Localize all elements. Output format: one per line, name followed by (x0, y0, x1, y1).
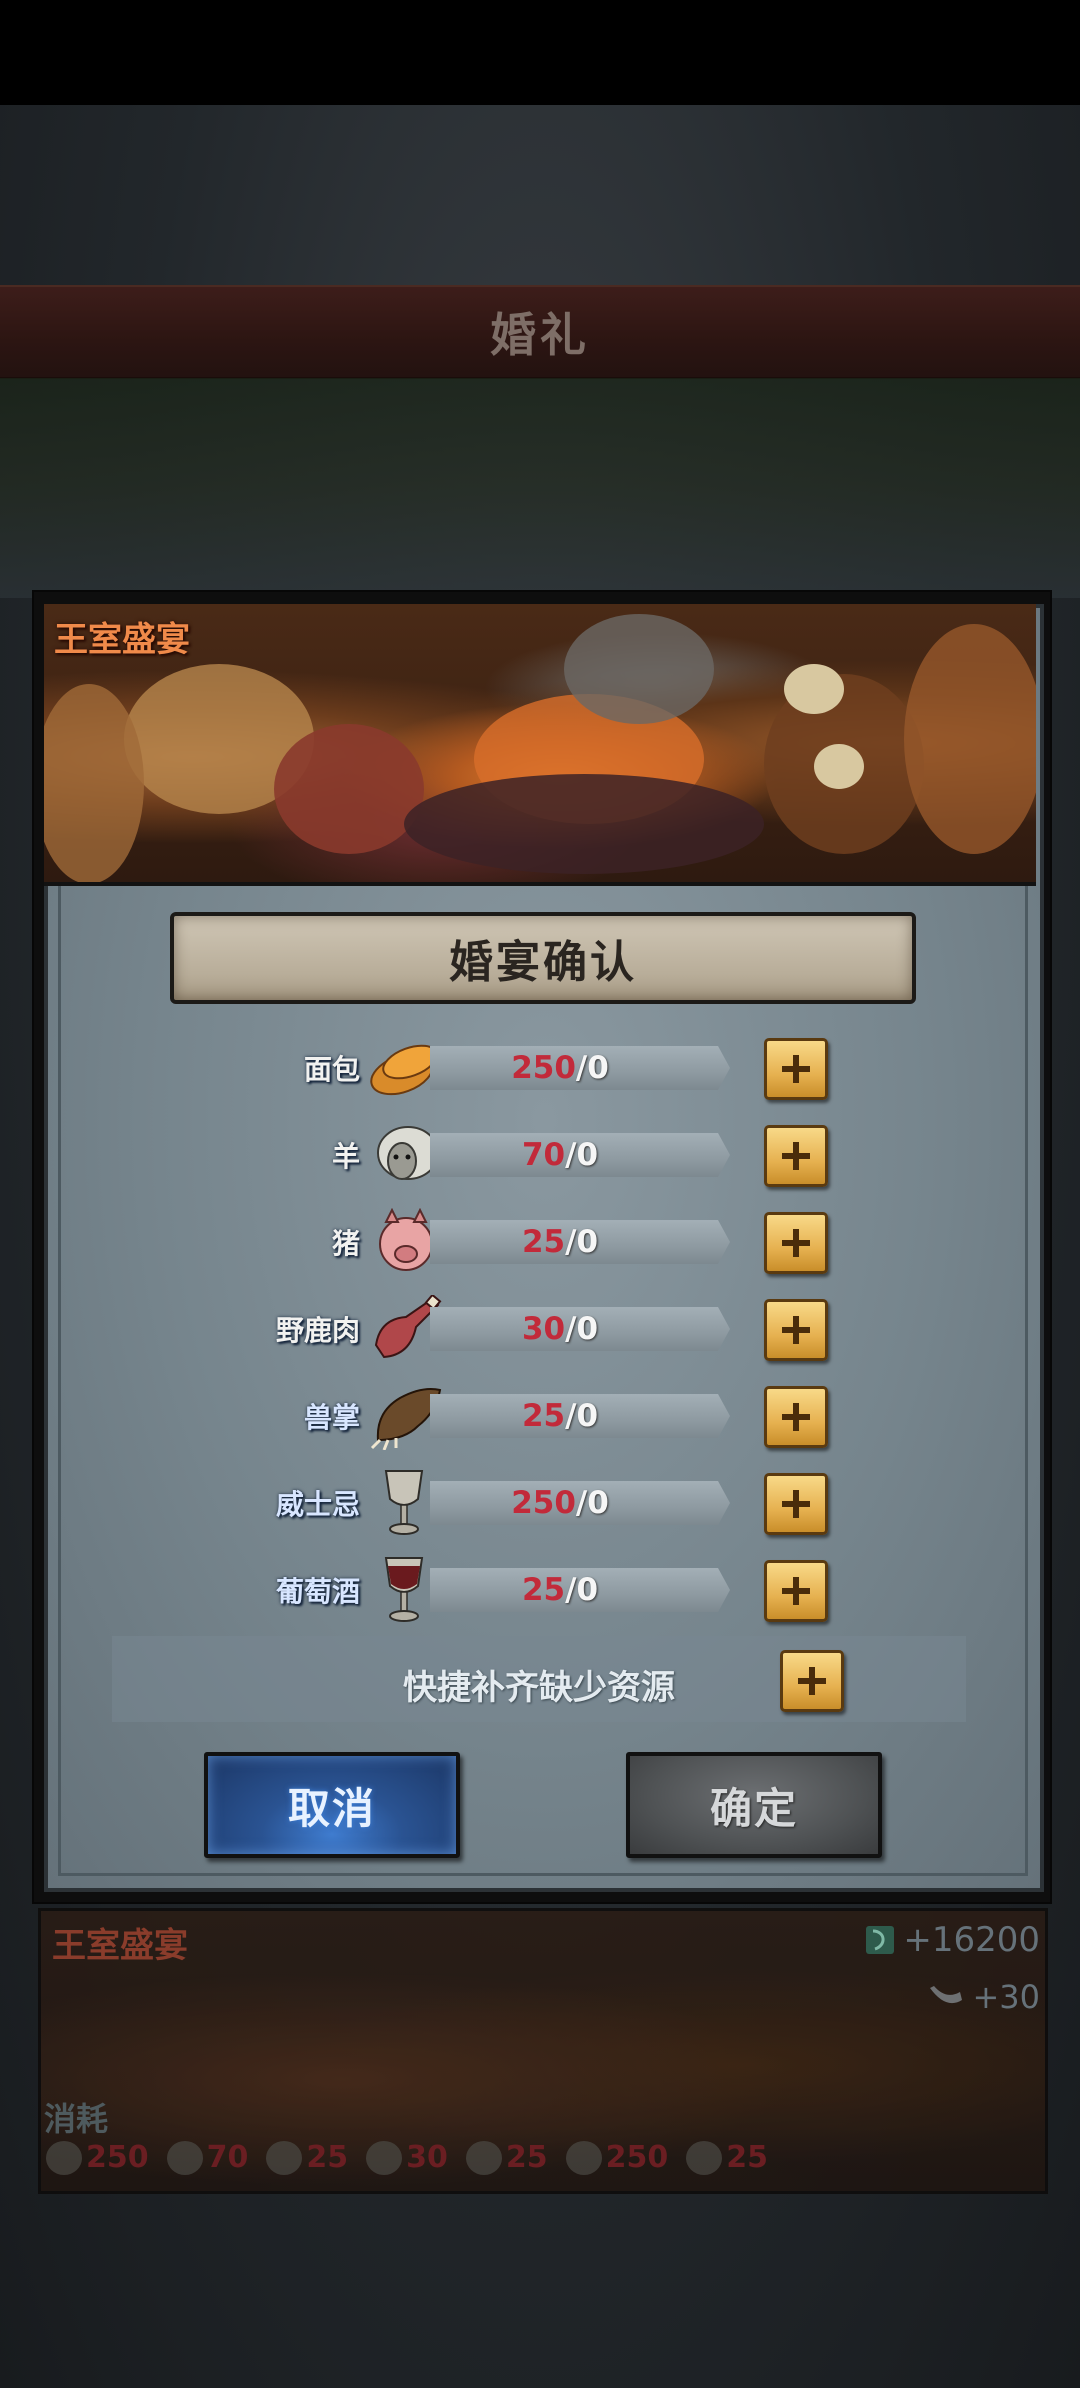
cancel-button[interactable]: 取消 (204, 1752, 460, 1858)
resource-amount: 25/0 (521, 1224, 599, 1260)
background-forest (0, 378, 1080, 598)
mushroom-shape (784, 664, 844, 714)
resource-row-whisky: 威士忌 250/0 (0, 1467, 1080, 1539)
horn-reward-value: +30 (972, 1978, 1040, 2016)
resource-amount: 250/0 (511, 1050, 609, 1086)
bottom-card-title: 王室盛宴 (52, 1926, 188, 1966)
resource-label: 兽掌 (303, 1401, 360, 1434)
consume-item: 250 (46, 2140, 149, 2175)
resource-row-sheep: 羊 70/0 (0, 1119, 1080, 1191)
plus-icon (782, 1142, 810, 1170)
pig-icon (266, 2140, 303, 2175)
consume-item: 30 (366, 2140, 448, 2175)
consume-list: 250 70 25 30 25 250 25 (46, 2140, 768, 2175)
plus-icon (782, 1229, 810, 1257)
consume-item: 25 (465, 2140, 548, 2175)
resource-amount: 70/0 (521, 1137, 599, 1173)
status-bar (0, 0, 1080, 105)
plus-icon (782, 1403, 810, 1431)
resource-label: 威士忌 (275, 1488, 360, 1521)
add-beast-paw-button[interactable] (764, 1386, 828, 1448)
add-sheep-button[interactable] (764, 1125, 828, 1187)
resource-amount: 30/0 (521, 1311, 599, 1347)
resource-label: 面包 (303, 1053, 360, 1086)
whisky-goblet-icon (565, 2140, 602, 2175)
resource-amount: 25/0 (521, 1398, 599, 1434)
add-venison-button[interactable] (764, 1299, 828, 1361)
resource-label: 葡萄酒 (275, 1575, 360, 1608)
ham-shape (904, 624, 1036, 854)
resource-label: 猪 (331, 1227, 360, 1260)
mushroom-shape (814, 744, 864, 789)
resource-row-beast-paw: 兽掌 25/0 (0, 1380, 1080, 1452)
add-whisky-button[interactable] (764, 1473, 828, 1535)
resource-row-wine: 葡萄酒 25/0 (0, 1554, 1080, 1626)
plus-icon (782, 1577, 810, 1605)
plus-icon (782, 1055, 810, 1083)
consume-item: 25 (686, 2140, 768, 2175)
resource-row-venison: 野鹿肉 30/0 (0, 1293, 1080, 1365)
sheep-icon (166, 2140, 203, 2175)
horn-icon (930, 1986, 963, 2004)
bread-icon (46, 2140, 82, 2175)
resource-row-bread: 面包 250/0 (0, 1032, 1080, 1104)
add-pig-button[interactable] (764, 1212, 828, 1274)
helmet-shape (564, 614, 714, 724)
consume-item: 25 (266, 2140, 348, 2175)
gold-banner-icon (866, 1926, 895, 1954)
add-bread-button[interactable] (764, 1038, 828, 1100)
horn-reward: +30 (926, 1978, 1040, 2016)
resource-amount: 25/0 (521, 1572, 599, 1608)
resource-label: 野鹿肉 (275, 1314, 360, 1347)
feast-banner-image (44, 604, 1036, 886)
dialog-header: 婚宴确认 (170, 912, 916, 1004)
resource-row-pig: 猪 25/0 (0, 1206, 1080, 1278)
consume-label: 消耗 (44, 2100, 109, 2138)
consume-item: 70 (166, 2140, 248, 2175)
confirm-button[interactable]: 确定 (626, 1752, 882, 1858)
gold-reward: +16200 (863, 1920, 1040, 1960)
gold-reward-value: +16200 (903, 1920, 1040, 1960)
wine-goblet-icon (686, 2140, 723, 2175)
banner-title: 王室盛宴 (54, 620, 190, 660)
resource-label: 羊 (331, 1140, 360, 1173)
resource-amount: 250/0 (511, 1485, 609, 1521)
dialog-frame (58, 880, 1028, 1876)
add-wine-button[interactable] (764, 1560, 828, 1622)
cancel-button-label: 取消 (287, 1783, 376, 1833)
beast-paw-icon (465, 2140, 502, 2175)
plus-icon (782, 1316, 810, 1344)
dialog-title: 婚宴确认 (449, 937, 637, 988)
confirm-button-label: 确定 (709, 1783, 798, 1833)
consume-item: 250 (565, 2140, 668, 2175)
background-title: 婚礼 (490, 308, 590, 362)
background-title-bar: 婚礼 (0, 285, 1080, 379)
quick-fill-button[interactable] (780, 1650, 844, 1712)
plus-icon (798, 1667, 826, 1695)
venison-icon (366, 2140, 403, 2175)
plus-icon (782, 1490, 810, 1518)
grapes-shape (404, 774, 764, 874)
meat-shape (274, 724, 424, 854)
